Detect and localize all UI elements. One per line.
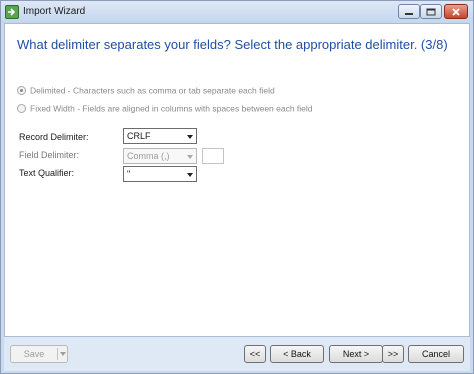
delimited-radio[interactable]: [17, 86, 26, 96]
text-qualifier-select[interactable]: ": [123, 166, 197, 182]
save-label: Save: [23, 349, 45, 359]
maximize-icon: [426, 8, 436, 15]
save-button[interactable]: Save: [10, 345, 68, 363]
minimize-button[interactable]: [398, 4, 420, 19]
delimited-label: Delimited - Characters such as comma or …: [30, 85, 275, 96]
record-delimiter-label: Record Delimiter:: [19, 132, 89, 142]
fixed-width-radio[interactable]: [17, 104, 26, 114]
record-delimiter-value: CRLF: [127, 131, 151, 141]
custom-delimiter-input[interactable]: [202, 148, 224, 164]
field-delimiter-label: Field Delimiter:: [19, 150, 80, 160]
text-qualifier-value: ": [127, 169, 131, 179]
next-button[interactable]: Next >: [329, 345, 383, 363]
minimize-icon: [405, 12, 413, 15]
cancel-button[interactable]: Cancel: [408, 345, 464, 363]
delimited-option[interactable]: Delimited - Characters such as comma or …: [17, 85, 275, 97]
close-icon: [452, 7, 460, 16]
first-step-button[interactable]: <<: [244, 345, 266, 363]
back-button[interactable]: < Back: [270, 345, 324, 363]
chevron-down-icon: [187, 173, 193, 177]
save-split-divider: [57, 348, 58, 360]
chevron-down-icon: [187, 155, 193, 159]
last-step-button[interactable]: >>: [382, 345, 404, 363]
import-wizard-window: Import Wizard What delimiter separates y…: [0, 0, 474, 374]
import-wizard-icon: [5, 5, 19, 19]
step-heading: What delimiter separates your fields? Se…: [17, 37, 448, 52]
wizard-footer: Save << < Back Next > >> Cancel: [4, 337, 470, 371]
chevron-down-icon: [187, 135, 193, 139]
fixed-width-option[interactable]: Fixed Width - Fields are aligned in colu…: [17, 103, 313, 115]
maximize-button[interactable]: [420, 4, 442, 19]
fixed-width-label: Fixed Width - Fields are aligned in colu…: [30, 103, 313, 114]
window-title: Import Wizard: [23, 6, 86, 17]
wizard-content: What delimiter separates your fields? Se…: [4, 23, 470, 337]
field-delimiter-value: Comma (,): [127, 151, 170, 161]
field-delimiter-select[interactable]: Comma (,): [123, 148, 197, 164]
record-delimiter-select[interactable]: CRLF: [123, 128, 197, 144]
title-bar: Import Wizard: [1, 1, 473, 23]
close-button[interactable]: [444, 4, 468, 19]
chevron-down-icon[interactable]: [60, 352, 66, 356]
text-qualifier-label: Text Qualifier:: [19, 168, 75, 178]
